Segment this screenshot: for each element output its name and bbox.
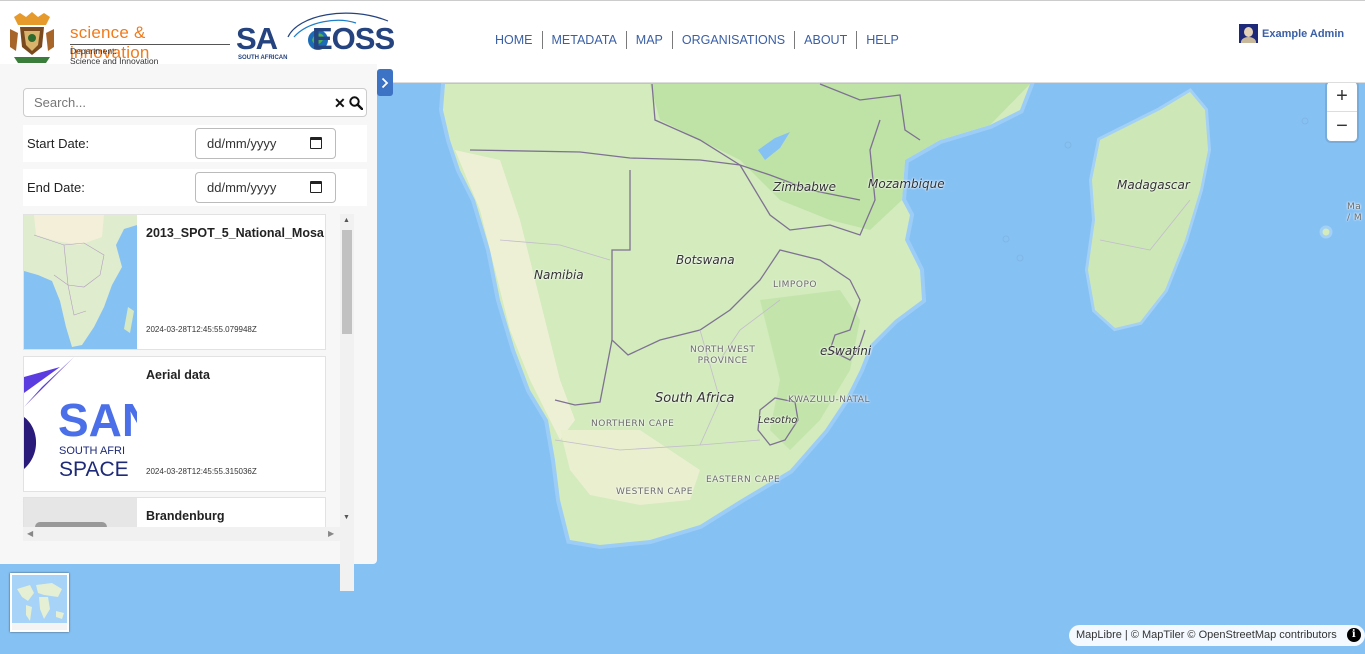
scrollbar-thumb[interactable] (342, 230, 352, 334)
end-date-label: End Date: (27, 180, 85, 195)
saeoss-logo[interactable]: SA EOSS SOUTH AFRICAN (236, 7, 398, 67)
saeoss-logo-sa: SA (236, 21, 278, 56)
end-date-input[interactable]: dd/mm/yyyy (195, 172, 336, 203)
map-label-namibia: Namibia (534, 268, 584, 282)
sansa-logo-subtext: SOUTH AFRI (59, 445, 126, 457)
map-attribution: MapLibre | © MapTiler © OpenStreetMap co… (1069, 625, 1365, 646)
results-list[interactable]: 2013_SPOT_5_National_Mosa 2024-03-28T12:… (23, 214, 354, 541)
search-panel: ✕ Start Date: dd/mm/yyyy End Date: dd/mm… (0, 64, 377, 591)
africa-map-thumbnail (24, 215, 137, 349)
calendar-icon[interactable] (310, 181, 322, 193)
nav-metadata[interactable]: METADATA (543, 31, 627, 49)
result-title: Aerial data (146, 368, 210, 382)
chevron-right-icon (381, 77, 389, 88)
result-card[interactable]: SAN SOUTH AFRI SPACE Aerial data 2024-03… (23, 356, 326, 492)
start-date-row: Start Date: dd/mm/yyyy (23, 125, 367, 162)
map-label-zimbabwe: Zimbabwe (773, 180, 837, 194)
result-date: 2024-03-28T12:45:55.079948Z (146, 325, 257, 334)
world-map-icon (12, 575, 67, 630)
scroll-up-arrow[interactable]: ▲ (343, 217, 350, 224)
map-label-north-west-line1: NORTH WEST (690, 345, 756, 355)
end-date-row: End Date: dd/mm/yyyy (23, 169, 367, 206)
map-label-kwazulu-natal: KWAZULU-NATAL (788, 395, 870, 405)
map-label-eswatini: eSwatini (820, 344, 872, 358)
dsi-divider (70, 44, 230, 45)
result-title: 2013_SPOT_5_National_Mosa (146, 226, 324, 240)
end-date-placeholder: dd/mm/yyyy (207, 180, 277, 195)
calendar-icon[interactable] (310, 137, 322, 149)
result-thumbnail: SAN SOUTH AFRI SPACE (24, 357, 137, 491)
collapse-panel-button[interactable] (377, 69, 393, 96)
map-label-mauritius-fragment: Ma / M (1347, 202, 1362, 224)
nav-organisations[interactable]: ORGANISATIONS (673, 31, 796, 49)
dsi-logo[interactable]: science & innovation Department: Science… (4, 9, 230, 67)
results-horizontal-scrollbar[interactable]: ◀ ▶ (23, 527, 340, 541)
scroll-right-arrow[interactable]: ▶ (328, 529, 334, 538)
clear-search-icon[interactable]: ✕ (334, 95, 346, 112)
map-label-western-cape: WESTERN CAPE (616, 487, 693, 497)
search-input[interactable] (24, 89, 324, 116)
sansa-logo-space: SPACE (59, 458, 129, 481)
map-label-eastern-cape: EASTERN CAPE (706, 475, 781, 485)
nav-help[interactable]: HELP (857, 31, 908, 49)
user-avatar (1239, 24, 1258, 43)
result-thumbnail (24, 215, 137, 349)
coat-of-arms-icon (10, 12, 54, 63)
scroll-down-arrow[interactable]: ▼ (343, 514, 350, 521)
map-label-south-africa: South Africa (655, 391, 735, 406)
basemap-switcher-thumbnail[interactable] (10, 573, 69, 632)
user-menu[interactable]: Example Admin (1239, 24, 1344, 43)
attribution-text: MapLibre | © MapTiler © OpenStreetMap co… (1076, 629, 1337, 641)
start-date-input[interactable]: dd/mm/yyyy (195, 128, 336, 159)
nav-map[interactable]: MAP (627, 31, 673, 49)
start-date-placeholder: dd/mm/yyyy (207, 136, 277, 151)
map-label-lesotho: Lesotho (758, 415, 798, 426)
user-name: Example Admin (1262, 27, 1345, 40)
map-label-mozambique: Mozambique (868, 177, 945, 191)
result-title: Brandenburg (146, 509, 225, 523)
zoom-out-button[interactable]: − (1327, 111, 1357, 140)
nav-home[interactable]: HOME (486, 31, 543, 49)
search-box: ✕ (23, 88, 367, 117)
map-label-limpopo: LIMPOPO (773, 280, 817, 290)
map-label-madagascar: Madagascar (1117, 178, 1190, 192)
map-label-north-west: NORTH WEST PROVINCE (690, 345, 755, 367)
map-label-northern-cape: NORTHERN CAPE (591, 419, 675, 429)
zoom-control: + − (1327, 82, 1357, 141)
result-date: 2024-03-28T12:45:55.315036Z (146, 467, 257, 476)
map-label-botswana: Botswana (676, 253, 735, 267)
main-nav: HOME METADATA MAP ORGANISATIONS ABOUT HE… (486, 31, 908, 49)
sansa-logo-text: SAN (58, 394, 137, 446)
map-label-mauritius-line2: / M (1347, 213, 1363, 223)
map-label-north-west-line2: PROVINCE (697, 356, 748, 366)
start-date-label: Start Date: (27, 136, 90, 151)
search-icon[interactable] (349, 96, 363, 110)
zoom-in-button[interactable]: + (1327, 82, 1357, 111)
scroll-left-arrow[interactable]: ◀ (27, 529, 33, 538)
saeoss-logo-subtitle: SOUTH AFRICAN (238, 55, 288, 61)
info-icon[interactable]: i (1346, 628, 1361, 642)
results-vertical-scrollbar[interactable]: ▲ ▼ (340, 214, 354, 591)
nav-about[interactable]: ABOUT (795, 31, 858, 49)
map-label-mauritius-line1: Ma (1347, 202, 1362, 212)
saeoss-logo-eoss: EOSS (312, 21, 395, 56)
result-card[interactable]: 2013_SPOT_5_National_Mosa 2024-03-28T12:… (23, 214, 326, 350)
